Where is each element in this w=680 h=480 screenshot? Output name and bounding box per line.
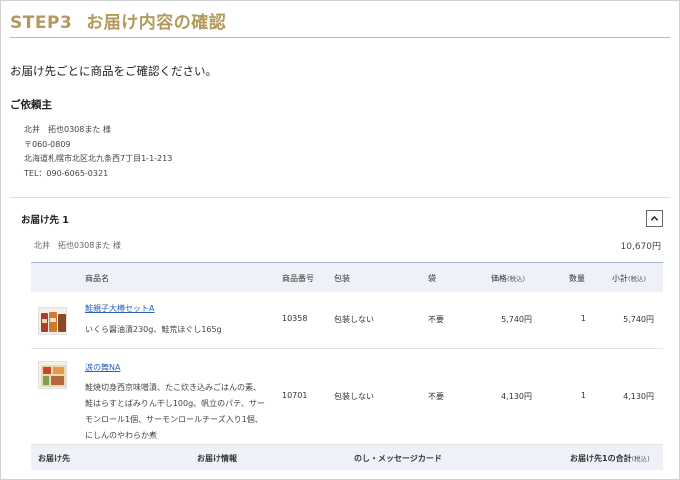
product-image-icon [39,362,66,388]
col-code: 商品番号 [282,274,314,283]
table-row: 鮭親子大樽セットA いくら醤油漬230g、鮭荒ほぐし165g 10358 包装し… [31,292,663,349]
lead-text: お届け先ごとに商品をご確認ください。 [10,64,217,78]
requester-info: 北井 拓也0308また 様 〒060-0809 北海道札幌市北区北九条西7丁目1… [24,123,172,181]
step-divider [10,37,670,38]
table-row: 涙の舞NA 鮭焼切身西京味噌漬、たこ炊き込みごはんの素、鮭はらすとばみりん干し1… [31,349,663,445]
collapse-button[interactable] [646,210,663,227]
product-code: 10701 [282,391,308,400]
col-qty: 数量 [569,274,585,283]
items-table: 商品名 商品番号 包装 袋 価格(税込) 数量 小計(税込) 鮭親子大樽セットA… [31,262,663,470]
footer-total-note: (税込) [631,455,650,463]
footer-noshi: のし・メッセージカード [354,454,442,463]
col-subtotal-note: (税込) [628,275,647,283]
product-description: 鮭焼切身西京味噌漬、たこ炊き込みごはんの素、鮭はらすとばみりん干し100g、帆立… [85,383,265,440]
product-subtotal: 5,740円 [623,315,654,324]
col-price-note: (税込) [507,275,526,283]
product-qty: 1 [580,391,586,400]
product-bag: 不要 [428,315,444,324]
col-wrap: 包装 [334,274,350,283]
col-price-label: 価格 [491,274,507,283]
col-price: 価格(税込) [491,273,525,284]
col-bag: 袋 [428,274,436,283]
product-bag: 不要 [428,392,444,401]
destination-subtotal: 10,670円 [620,242,662,252]
col-product: 商品名 [85,274,109,283]
step-title: STEP3 お届け内容の確認 [10,8,226,33]
product-description: いくら醤油漬230g、鮭荒ほぐし165g [85,325,222,334]
step-number: STEP3 [10,13,73,33]
section-divider [10,197,670,198]
footer-total: お届け先1の合計(税込) [570,453,650,464]
product-qty: 1 [580,314,586,323]
product-code: 10358 [282,314,308,323]
footer-dest: お届け先 [38,454,70,463]
step-heading: お届け内容の確認 [86,13,227,33]
product-link[interactable]: 鮭親子大樽セットA [85,303,154,314]
requester-address: 北海道札幌市北区北九条西7丁目1-1-213 [24,154,173,163]
col-subtotal-label: 小計 [612,274,628,283]
product-thumbnail[interactable] [38,361,67,389]
table-header: 商品名 商品番号 包装 袋 価格(税込) 数量 小計(税込) [31,263,663,292]
footer-info: お届け情報 [197,454,237,463]
destination-heading: お届け先 1 [21,215,69,226]
product-thumbnail[interactable] [38,307,67,335]
product-image-icon [39,308,66,334]
table-footer: お届け先 お届け情報 のし・メッセージカード お届け先1の合計(税込) [31,445,663,470]
requester-postal: 〒060-0809 [24,139,71,149]
chevron-up-icon [650,215,659,221]
order-confirmation-panel: STEP3 お届け内容の確認 お届け先ごとに商品をご確認ください。 ご依頼主 北井… [0,0,680,480]
product-wrap: 包装しない [334,315,374,324]
destination-name: 北井 拓也0308また 様 [34,241,121,250]
requester-heading: ご依頼主 [10,99,52,111]
product-price: 4,130円 [501,392,532,401]
col-subtotal: 小計(税込) [612,273,646,284]
requester-name: 北井 拓也0308また 様 [24,125,111,134]
product-price: 5,740円 [501,315,532,324]
product-subtotal: 4,130円 [623,392,654,401]
product-link[interactable]: 涙の舞NA [85,362,120,373]
footer-total-label: お届け先1の合計 [570,454,632,463]
product-wrap: 包装しない [334,392,374,401]
requester-tel: TEL：090-6065-0321 [24,168,109,178]
